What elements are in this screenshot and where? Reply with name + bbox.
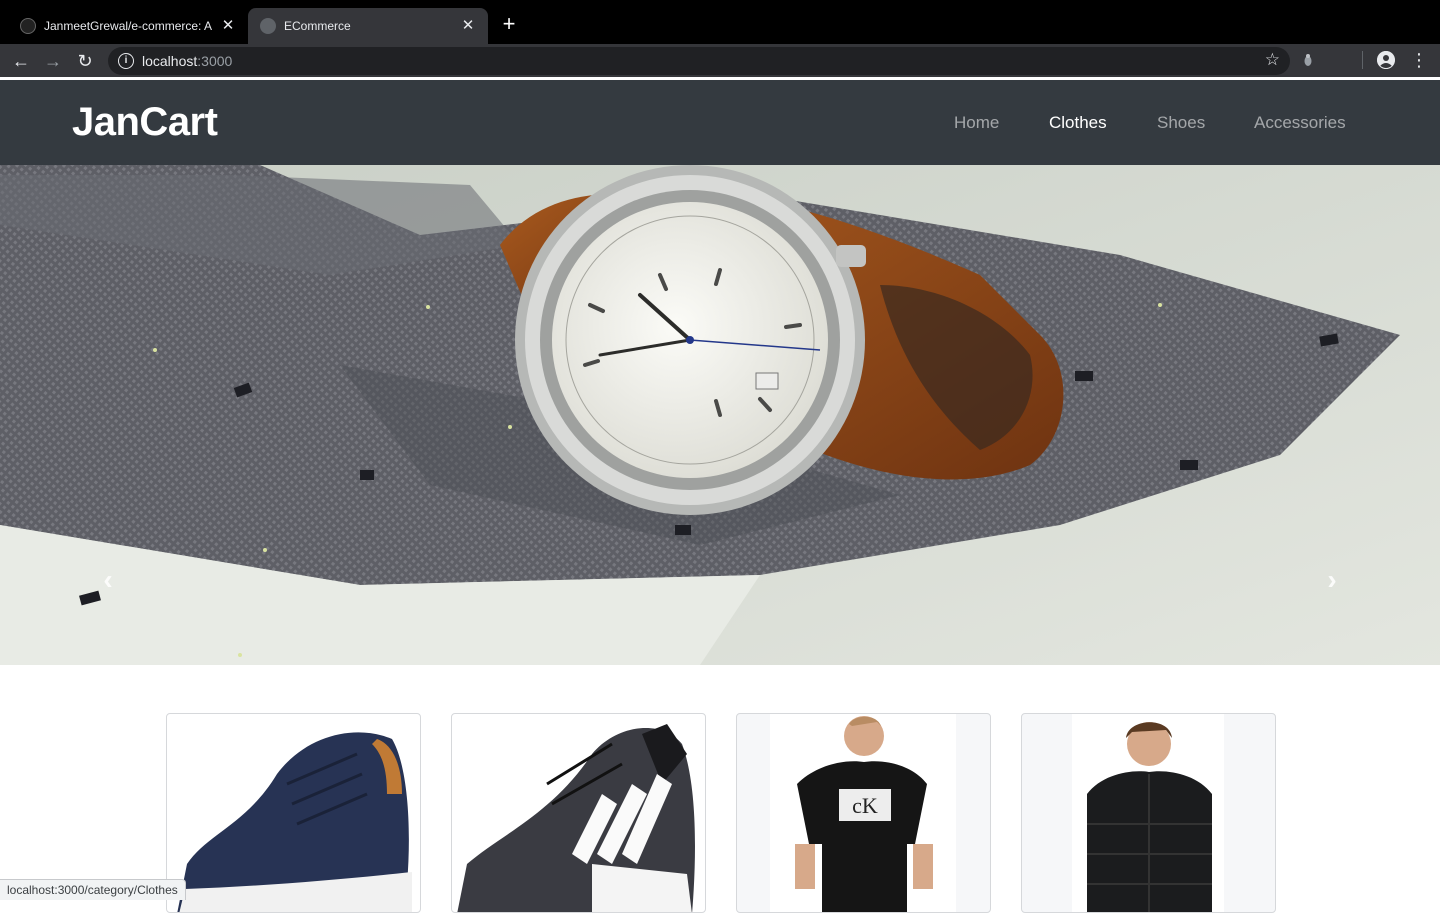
brand-logo[interactable]: JanCart [72,100,218,145]
profile-icon[interactable] [1377,51,1395,69]
info-icon[interactable]: i [118,53,134,69]
carousel-next-icon[interactable]: › [1320,565,1344,595]
nav-home[interactable]: Home [954,113,999,133]
browser-tab-ecommerce[interactable]: ECommerce ✕ [248,8,488,44]
product-image [1087,722,1212,912]
product-card[interactable] [166,713,421,913]
product-card[interactable]: cK [736,713,991,913]
bookmark-star-icon[interactable]: ☆ [1265,50,1280,70]
toolbar-divider [1362,51,1363,69]
nav-clothes[interactable]: Clothes [1049,113,1107,133]
github-icon [20,18,36,34]
url-host: localhost [142,53,198,69]
product-image [177,732,412,912]
hero-carousel: ‹ › [0,165,1440,665]
nav-shoes[interactable]: Shoes [1157,113,1205,133]
browser-toolbar: ← → ↻ i localhost:3000 ☆ [0,44,1440,77]
browser-tab-bar: JanmeetGrewal/e-commerce: A ✕ ECommerce … [0,0,1440,44]
reload-icon[interactable]: ↻ [73,49,97,73]
tab-title: JanmeetGrewal/e-commerce: A [44,19,213,33]
carousel-prev-icon[interactable]: ‹ [96,565,120,595]
forward-icon[interactable]: → [41,49,65,73]
status-bar-url: localhost:3000/category/Clothes [0,879,186,900]
product-grid: cK [0,665,1440,913]
new-tab-button[interactable]: + [498,13,520,35]
product-image [457,724,695,912]
close-icon[interactable]: ✕ [220,18,236,34]
tab-title: ECommerce [284,19,351,33]
carousel-slide-image [0,165,1440,665]
product-card[interactable] [1021,713,1276,913]
product-image: cK [795,716,933,912]
more-menu-icon[interactable]: ⋮ [1410,48,1428,72]
svg-text:cK: cK [852,793,878,818]
close-icon[interactable]: ✕ [460,18,476,34]
site-navbar: JanCart Home Clothes Shoes Accessories [0,80,1440,165]
browser-tab-github[interactable]: JanmeetGrewal/e-commerce: A ✕ [8,8,248,44]
url-port: :3000 [197,53,233,69]
back-icon[interactable]: ← [9,49,33,73]
extension-icon[interactable] [1300,52,1316,68]
address-bar[interactable]: i localhost:3000 ☆ [108,47,1290,75]
globe-icon [260,18,276,34]
product-card[interactable] [451,713,706,913]
nav-accessories[interactable]: Accessories [1254,113,1346,133]
